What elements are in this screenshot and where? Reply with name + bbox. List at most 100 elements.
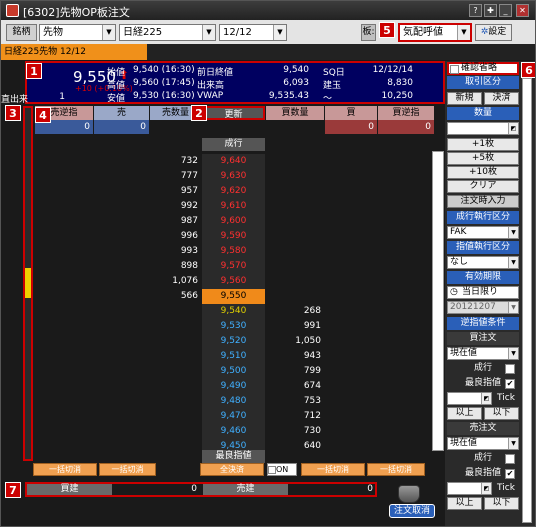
sell-qty-cell[interactable] [150, 409, 201, 424]
buy-qty-cell[interactable] [266, 274, 324, 289]
sell-qty-cell[interactable] [150, 319, 201, 334]
plus10-button[interactable]: +10枚 [447, 166, 519, 179]
sell-price-select[interactable]: 現在値 ▼ [447, 437, 519, 450]
buy-qty-cell[interactable] [266, 199, 324, 214]
buy-qty-cell[interactable] [266, 214, 324, 229]
sell-qty-cell[interactable] [150, 304, 201, 319]
buy-qty-cell[interactable]: 730 [266, 424, 324, 439]
plus5-button[interactable]: +5枚 [447, 152, 519, 165]
pin-icon[interactable]: ✚ [484, 4, 497, 17]
price-cell[interactable]: 9,610 [202, 199, 265, 214]
book-row[interactable]: 957 9,620 [35, 184, 434, 199]
board-mode-select[interactable]: 気配呼値 ▼ [398, 23, 472, 42]
book-row[interactable]: 9,500 799 [35, 364, 434, 379]
market-exec-select[interactable]: FAK ▼ [447, 226, 519, 239]
book-row[interactable]: 9,520 1,050 [35, 334, 434, 349]
update-button[interactable]: 更新 [202, 106, 265, 120]
on-checkbox[interactable]: ON [267, 463, 297, 476]
price-cell[interactable]: 9,520 [202, 334, 265, 349]
buy-qty-cell[interactable]: 799 [266, 364, 324, 379]
buy-tick-input[interactable]: ◩ [447, 392, 492, 405]
sell-qty-cell[interactable]: 732 [150, 154, 201, 169]
scroll-knob[interactable] [25, 268, 31, 298]
bulk-cancel-button[interactable]: 一括切消 [301, 463, 365, 476]
price-cell[interactable]: 9,570 [202, 259, 265, 274]
book-row[interactable]: 9,510 943 [35, 349, 434, 364]
price-cell[interactable]: 9,480 [202, 394, 265, 409]
buy-qty-cell[interactable] [266, 244, 324, 259]
buy-below-button[interactable]: 以下 [484, 407, 519, 420]
buy-qty-cell[interactable] [266, 289, 324, 304]
sell-qty-cell[interactable]: 993 [150, 244, 201, 259]
buy-qty-cell[interactable] [266, 229, 324, 244]
buy-qty-cell[interactable]: 674 [266, 379, 324, 394]
bulk-cancel-button[interactable]: 一括切消 [367, 463, 425, 476]
best-limit-row[interactable]: 最良指値 [202, 450, 265, 463]
book-row[interactable]: 1,076 9,560 [35, 274, 434, 289]
price-cell[interactable]: 9,490 [202, 379, 265, 394]
sell-qty-cell[interactable]: 898 [150, 259, 201, 274]
sell-qty-cell[interactable]: 1,076 [150, 274, 201, 289]
today-only-option[interactable]: ◷ 当日限り [447, 286, 519, 299]
buy-qty-cell[interactable] [266, 154, 324, 169]
sell-qty-cell[interactable] [150, 439, 201, 454]
sell-qty-cell[interactable]: 957 [150, 184, 201, 199]
book-row[interactable]: 566 9,550 [35, 289, 434, 304]
book-row[interactable]: 9,460 730 [35, 424, 434, 439]
buy-qty-cell[interactable]: 268 [266, 304, 324, 319]
buy-qty-cell[interactable]: 753 [266, 394, 324, 409]
sell-best-limit-checkbox[interactable]: ✔ [505, 469, 515, 479]
sell-qty-cell[interactable]: 777 [150, 169, 201, 184]
cancel-order-button[interactable]: 注文取消 [389, 504, 435, 518]
index-select[interactable]: 日経225 ▼ [119, 24, 216, 41]
book-row[interactable]: 987 9,600 [35, 214, 434, 229]
buy-market-checkbox[interactable] [505, 364, 515, 374]
minimize-icon[interactable]: _ [499, 4, 512, 17]
book-row[interactable]: 9,530 991 [35, 319, 434, 334]
sell-qty-cell[interactable] [150, 424, 201, 439]
new-order-button[interactable]: 新規 [447, 92, 482, 105]
buy-qty-cell[interactable]: 1,050 [266, 334, 324, 349]
type-select[interactable]: 先物 ▼ [39, 24, 116, 41]
month-select[interactable]: 12/12 ▼ [219, 24, 287, 41]
buy-qty-cell[interactable]: 640 [266, 439, 324, 454]
book-row[interactable]: 993 9,580 [35, 244, 434, 259]
help-icon[interactable]: ? [469, 4, 482, 17]
depth-scrollbar[interactable] [23, 106, 33, 461]
buy-qty-cell[interactable]: 712 [266, 409, 324, 424]
sell-qty-cell[interactable]: 996 [150, 229, 201, 244]
price-cell[interactable]: 9,590 [202, 229, 265, 244]
price-cell[interactable]: 9,460 [202, 424, 265, 439]
book-row[interactable]: 732 9,640 [35, 154, 434, 169]
close-icon[interactable]: ✕ [516, 4, 529, 17]
close-all-button[interactable]: 全決済 [200, 463, 264, 476]
order-input-button[interactable]: 注文時入力 [447, 195, 519, 208]
price-cell[interactable]: 9,640 [202, 154, 265, 169]
price-cell[interactable]: 9,600 [202, 214, 265, 229]
clear-button[interactable]: クリア [447, 180, 519, 193]
book-scrollbar[interactable] [432, 151, 444, 451]
sell-qty-cell[interactable] [150, 379, 201, 394]
buy-above-button[interactable]: 以上 [447, 407, 482, 420]
sell-qty-cell[interactable] [150, 349, 201, 364]
price-cell[interactable]: 9,540 [202, 304, 265, 319]
sell-above-button[interactable]: 以上 [447, 497, 482, 510]
price-cell[interactable]: 9,620 [202, 184, 265, 199]
sell-market-checkbox[interactable] [505, 454, 515, 464]
sell-below-button[interactable]: 以下 [484, 497, 519, 510]
buy-qty-cell[interactable] [266, 184, 324, 199]
skip-confirm-checkbox[interactable]: 確認省略 [447, 62, 519, 75]
bulk-cancel-button[interactable]: 一括切消 [99, 463, 156, 476]
market-order-row[interactable]: 成行 [202, 138, 265, 151]
sell-qty-cell[interactable]: 987 [150, 214, 201, 229]
buy-qty-cell[interactable]: 991 [266, 319, 324, 334]
book-row[interactable]: 992 9,610 [35, 199, 434, 214]
settings-button[interactable]: ✲設定 [475, 24, 512, 41]
quantity-input[interactable]: ◩ [447, 122, 519, 135]
buy-qty-cell[interactable]: 943 [266, 349, 324, 364]
expiry-date-select[interactable]: 20121207 ▼ [447, 301, 519, 314]
book-row[interactable]: 996 9,590 [35, 229, 434, 244]
price-cell[interactable]: 9,580 [202, 244, 265, 259]
book-row[interactable]: 9,470 712 [35, 409, 434, 424]
book-row[interactable]: 9,540 268 [35, 304, 434, 319]
